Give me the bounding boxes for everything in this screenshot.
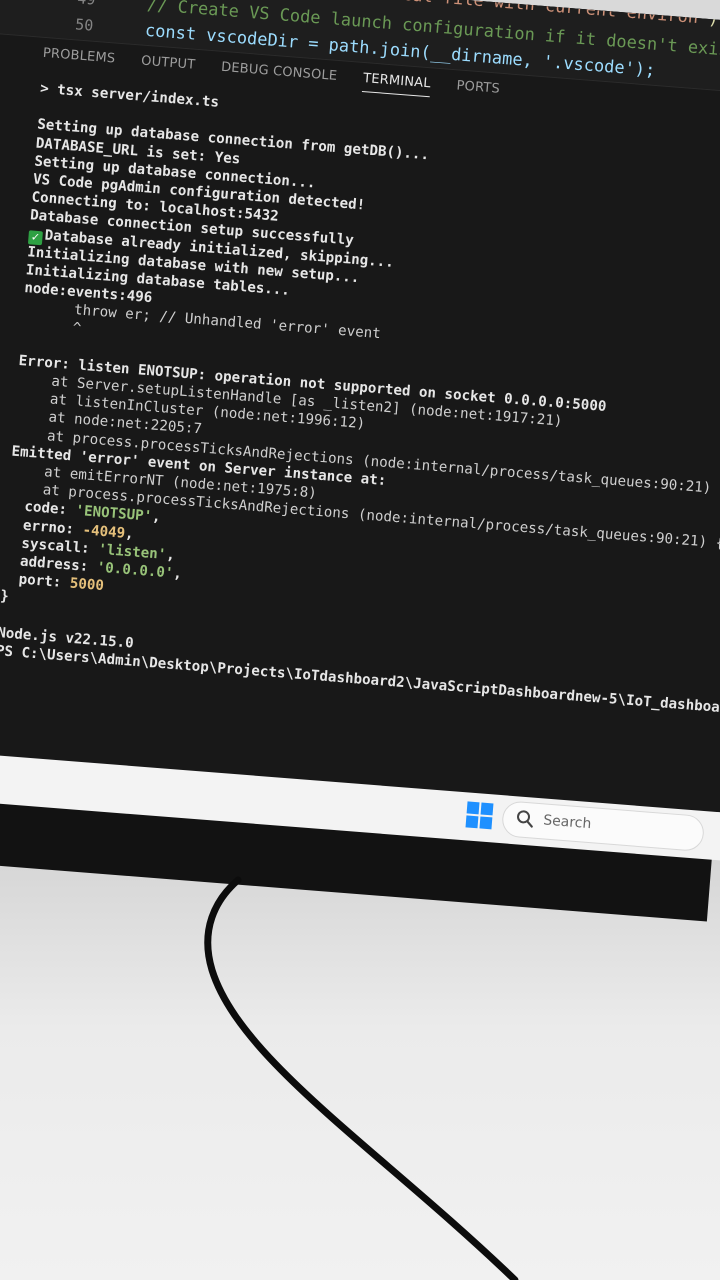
photo-scene: 48 49 50 created .env.local file with cu… <box>0 0 720 1280</box>
power-cable <box>204 876 519 1280</box>
